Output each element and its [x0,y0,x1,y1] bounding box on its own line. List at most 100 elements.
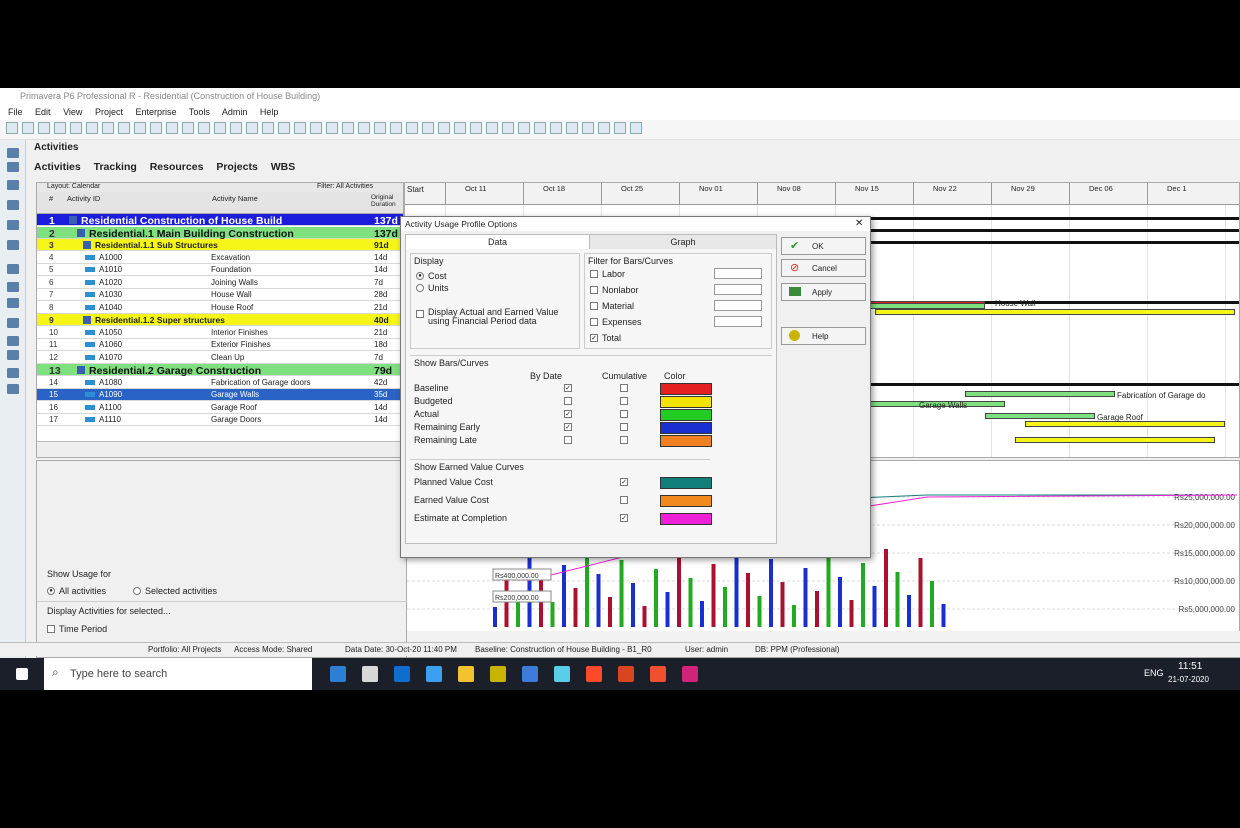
table-row[interactable]: 2 Residential.1 Main Building Constructio… [37,226,403,240]
clock-time[interactable]: 11:51 [1178,661,1202,672]
tab-projects[interactable]: Projects [216,161,257,173]
menu-file[interactable]: File [8,107,23,117]
sidebar-icon[interactable] [7,180,19,190]
activity-bar[interactable] [965,391,1115,397]
sidebar-icon[interactable] [7,298,19,308]
sidebar-icon[interactable] [7,282,19,292]
table-row[interactable]: 13 Residential.2 Garage Construction 79d [37,364,403,377]
tab-wbs[interactable]: WBS [271,161,296,173]
filter-checkbox[interactable] [590,302,598,310]
tab-activities[interactable]: Activities [34,161,81,173]
toolbar-button[interactable] [502,122,514,134]
filter-checkbox[interactable] [590,270,598,278]
ev-checkbox[interactable]: ✓ [620,478,628,486]
taskbar-app-icon[interactable] [618,666,634,682]
filter-dropdown[interactable] [714,284,762,295]
filter-checkbox[interactable] [590,286,598,294]
table-row[interactable]: 14 A1080 Fabrication of Garage doors 42d [37,376,403,389]
horizontal-scrollbar[interactable] [37,441,403,457]
activity-bar[interactable] [1015,437,1215,443]
layout-label[interactable]: Layout: Calendar [47,183,100,190]
toolbar-button[interactable] [374,122,386,134]
sidebar-icon[interactable] [7,264,19,274]
toolbar-button[interactable] [22,122,34,134]
sidebar-icon[interactable] [7,368,19,378]
table-row[interactable]: 9 Residential.1.2 Super structures 40d [37,314,403,326]
by-date-checkbox[interactable] [564,436,572,444]
color-swatch[interactable] [660,383,712,395]
cumulative-checkbox[interactable] [620,397,628,405]
toolbar-button[interactable] [406,122,418,134]
help-button[interactable]: Help [781,327,866,345]
sidebar-icon[interactable] [7,148,19,158]
by-date-checkbox[interactable]: ✓ [564,384,572,392]
menu-edit[interactable]: Edit [35,107,51,117]
toolbar-button[interactable] [182,122,194,134]
windows-start-icon[interactable] [16,668,28,680]
color-swatch[interactable] [660,435,712,447]
tab-data[interactable]: Data [406,235,590,249]
menu-project[interactable]: Project [95,107,123,117]
filter-dropdown[interactable] [714,300,762,311]
taskbar-app-icon[interactable] [330,666,346,682]
tab-graph[interactable]: Graph [590,235,776,249]
selected-activities-radio[interactable] [133,587,141,595]
by-date-checkbox[interactable] [564,397,572,405]
sidebar-icon[interactable] [7,350,19,360]
toolbar-button[interactable] [102,122,114,134]
toolbar-button[interactable] [230,122,242,134]
table-row[interactable]: 17 A1110 Garage Doors 14d [37,414,403,426]
sidebar-icon[interactable] [7,384,19,394]
toolbar-button[interactable] [630,122,642,134]
ev-color-swatch[interactable] [660,513,712,525]
toolbar-button[interactable] [534,122,546,134]
col-activity-id[interactable]: Activity ID [67,194,100,203]
clock-date[interactable]: 21-07-2020 [1168,675,1209,684]
activity-bar[interactable] [875,309,1235,315]
taskbar-app-icon[interactable] [362,666,378,682]
ev-checkbox[interactable]: ✓ [620,514,628,522]
ev-color-swatch[interactable] [660,495,712,507]
tab-resources[interactable]: Resources [150,161,204,173]
toolbar-button[interactable] [342,122,354,134]
cumulative-checkbox[interactable] [620,384,628,392]
taskbar-app-icon[interactable] [586,666,602,682]
table-row[interactable]: 8 A1040 House Roof 21d [37,301,403,314]
toolbar-button[interactable] [614,122,626,134]
table-row[interactable]: 1 Residential Construction of House Build… [37,214,403,227]
table-row[interactable]: 6 A1020 Joining Walls 7d [37,276,403,289]
toolbar-button[interactable] [550,122,562,134]
toolbar-button[interactable] [486,122,498,134]
sidebar-icon[interactable] [7,336,19,346]
table-row[interactable]: 10 A1050 Interior Finishes 21d [37,326,403,339]
toolbar-button[interactable] [118,122,130,134]
taskbar-app-icon[interactable] [682,666,698,682]
all-activities-radio[interactable]: ● [47,587,55,595]
toolbar-button[interactable] [54,122,66,134]
taskbar-app-icon[interactable] [554,666,570,682]
toolbar-button[interactable] [134,122,146,134]
table-row[interactable]: 5 A1010 Foundation 14d [37,264,403,276]
toolbar-button[interactable] [294,122,306,134]
col-num[interactable]: # [49,194,53,203]
tab-tracking[interactable]: Tracking [94,161,137,173]
toolbar-button[interactable] [566,122,578,134]
table-row[interactable]: 7 A1030 House Wall 28d [37,289,403,301]
toolbar-button[interactable] [246,122,258,134]
taskbar-app-icon[interactable] [650,666,666,682]
taskbar-search-input[interactable]: ⌕ Type here to search [44,658,312,690]
toolbar-button[interactable] [6,122,18,134]
taskbar-app-icon[interactable] [426,666,442,682]
toolbar-button[interactable] [214,122,226,134]
activity-bar[interactable] [985,413,1095,419]
table-row[interactable]: 15 A1090 Garage Walls 35d [37,389,403,401]
units-radio[interactable] [416,284,424,292]
taskbar-app-icon[interactable] [522,666,538,682]
toolbar-button[interactable] [422,122,434,134]
filter-label[interactable]: Filter: All Activities [317,183,373,190]
by-date-checkbox[interactable]: ✓ [564,410,572,418]
table-row[interactable]: 3 Residential.1.1 Sub Structures 91d [37,239,403,251]
toolbar-button[interactable] [454,122,466,134]
cumulative-checkbox[interactable] [620,423,628,431]
filter-dropdown[interactable] [714,316,762,327]
